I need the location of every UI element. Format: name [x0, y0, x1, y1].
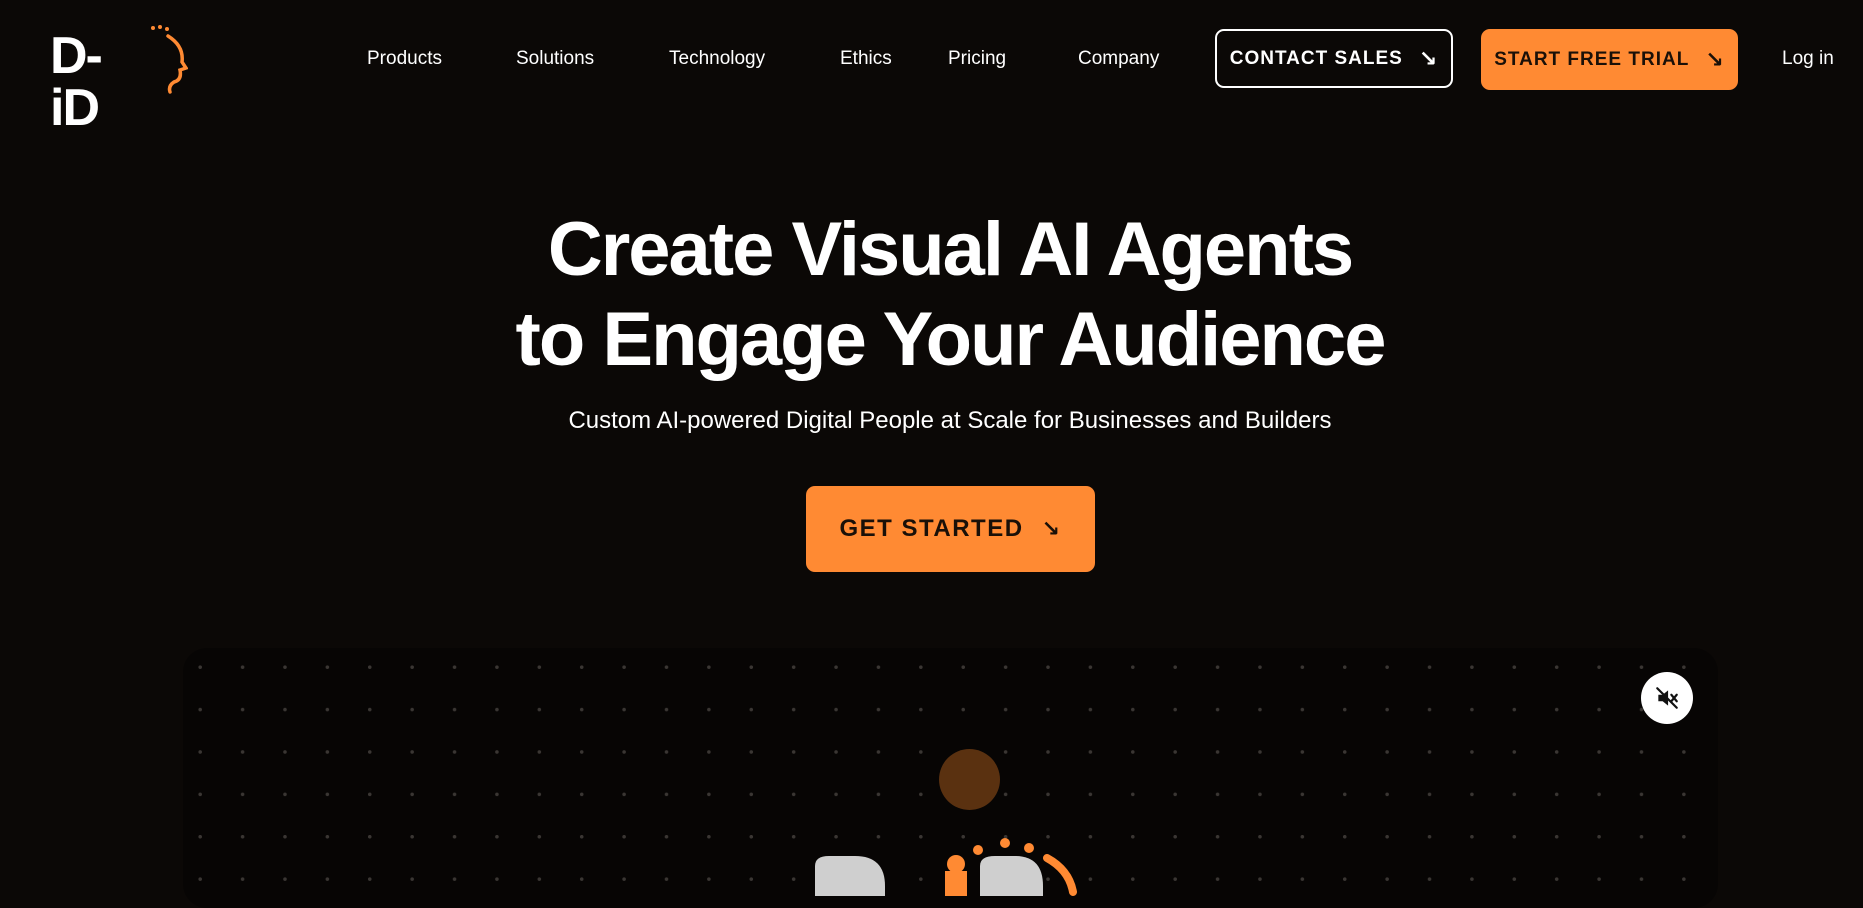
nav-technology[interactable]: Technology	[669, 48, 765, 70]
mute-button[interactable]	[1641, 672, 1693, 724]
hero-title: Create Visual AI Agents to Engage Your A…	[0, 205, 1863, 385]
hero-title-line-2: to Engage Your Audience	[515, 297, 1387, 382]
loading-orb	[939, 749, 1000, 810]
get-started-button[interactable]: GET STARTED ↘	[806, 486, 1095, 572]
start-free-trial-button[interactable]: START FREE TRIAL ↘	[1481, 29, 1738, 90]
contact-sales-label: CONTACT SALES	[1229, 47, 1403, 69]
hero-title-line-1: Create Visual AI Agents	[547, 207, 1354, 292]
arrow-down-right-icon: ↘	[1705, 46, 1725, 72]
login-link[interactable]: Log in	[1782, 48, 1834, 70]
nav-products[interactable]: Products	[367, 48, 442, 70]
get-started-label: GET STARTED	[839, 515, 1024, 542]
contact-sales-button[interactable]: CONTACT SALES ↘	[1215, 29, 1453, 88]
arrow-down-right-icon: ↘	[1041, 516, 1062, 541]
nav-solutions[interactable]: Solutions	[516, 48, 594, 70]
nav-company[interactable]: Company	[1078, 48, 1159, 70]
speaker-muted-icon	[1656, 687, 1678, 709]
start-free-trial-label: START FREE TRIAL	[1494, 48, 1690, 70]
panel-logo-icon	[815, 838, 1077, 896]
nav-pricing[interactable]: Pricing	[948, 48, 1006, 70]
hero-subtitle: Custom AI-powered Digital People at Scal…	[568, 407, 1332, 434]
arrow-down-right-icon: ↘	[1418, 45, 1439, 71]
nav-ethics[interactable]: Ethics	[840, 48, 892, 70]
